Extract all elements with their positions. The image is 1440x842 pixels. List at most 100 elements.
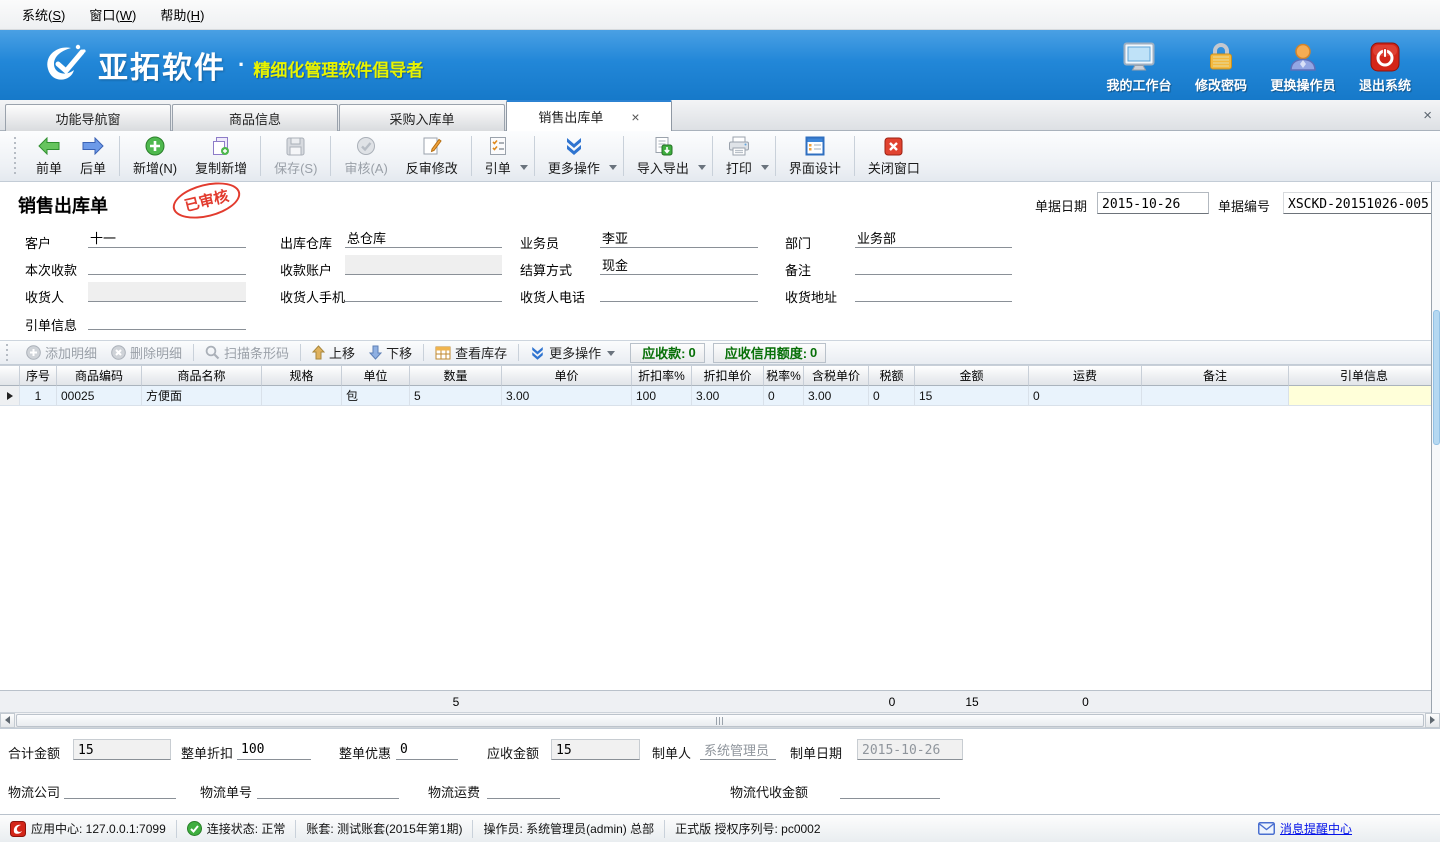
cell-price-with-tax[interactable]: 3.00 (804, 386, 869, 406)
cell-product-code[interactable]: 00025 (57, 386, 142, 406)
more-actions-dropdown-arrow[interactable] (609, 165, 617, 170)
move-down-button[interactable]: 下移 (362, 343, 419, 362)
ui-design-button[interactable]: 界面设计 (780, 133, 850, 179)
print-button[interactable]: 打印 (717, 133, 761, 179)
cell-amount[interactable]: 15 (915, 386, 1029, 406)
cell-remark[interactable] (1142, 386, 1289, 406)
grid-header[interactable]: 税额 (869, 365, 915, 386)
cell-qty[interactable]: 5 (410, 386, 502, 406)
consignee-input[interactable] (88, 282, 246, 302)
unaudit-modify-button[interactable]: 反审修改 (397, 133, 467, 179)
address-input[interactable] (855, 282, 1012, 302)
grid-header[interactable]: 税率% (764, 365, 804, 386)
copy-new-button[interactable]: 复制新增 (186, 133, 256, 179)
cell-product-name[interactable]: 方便面 (142, 386, 262, 406)
customer-input[interactable] (88, 228, 246, 248)
save-button[interactable]: 保存(S) (265, 133, 326, 179)
tab-purchase-inbound[interactable]: 采购入库单 (339, 104, 505, 131)
scrollbar-thumb[interactable] (16, 714, 1424, 727)
change-password-button[interactable]: 修改密码 (1180, 38, 1262, 94)
horizontal-scrollbar[interactable] (0, 713, 1440, 728)
delete-detail-button[interactable]: 删除明细 (104, 343, 189, 362)
view-stock-button[interactable]: 查看库存 (428, 343, 514, 362)
salesman-input[interactable] (600, 228, 758, 248)
grid-header[interactable]: 折扣率% (632, 365, 692, 386)
more-actions-button[interactable]: 更多操作 (539, 133, 609, 179)
grid-header[interactable]: 商品名称 (142, 365, 262, 386)
scroll-left-button[interactable] (0, 713, 15, 728)
cell-tax[interactable]: 0 (869, 386, 915, 406)
settlement-input[interactable] (600, 255, 758, 275)
add-detail-button[interactable]: 添加明细 (19, 343, 104, 362)
vertical-scrollbar-thumb[interactable] (1433, 310, 1440, 445)
menu-help[interactable]: 帮助(H) (148, 1, 216, 28)
audit-button[interactable]: 审核(A) (335, 133, 396, 179)
total-amount-input[interactable] (73, 739, 171, 760)
scroll-right-button[interactable] (1425, 713, 1440, 728)
scan-barcode-button[interactable]: 扫描条形码 (198, 343, 296, 362)
tabstrip-close-icon[interactable]: × (1423, 107, 1432, 124)
discount-input[interactable] (237, 739, 311, 760)
exit-system-button[interactable]: 退出系统 (1344, 38, 1426, 94)
cell-price[interactable]: 3.00 (502, 386, 632, 406)
grid-header[interactable]: 数量 (410, 365, 502, 386)
toolbar-grip[interactable] (14, 137, 19, 175)
new-button[interactable]: 新增(N) (124, 133, 186, 179)
remark-input[interactable] (855, 255, 1012, 275)
received-input[interactable] (88, 255, 246, 275)
grid-header[interactable]: 含税单价 (804, 365, 869, 386)
tab-close-icon[interactable]: × (631, 110, 639, 124)
ref-doc-button[interactable]: 引单 (476, 133, 520, 179)
cell-spec[interactable] (262, 386, 342, 406)
detail-more-actions-button[interactable]: 更多操作 (523, 343, 622, 362)
switch-operator-button[interactable]: 更换操作员 (1262, 38, 1344, 94)
receivable-amount-input[interactable] (551, 739, 640, 760)
import-export-dropdown-arrow[interactable] (698, 165, 706, 170)
tab-function-navigator[interactable]: 功能导航窗 (5, 104, 171, 131)
tab-product-info[interactable]: 商品信息 (172, 104, 338, 131)
logistics-company-input[interactable] (64, 778, 176, 799)
cell-tax-rate[interactable]: 0 (764, 386, 804, 406)
grid-header[interactable]: 运费 (1029, 365, 1142, 386)
grid-header[interactable]: 备注 (1142, 365, 1289, 386)
warehouse-input[interactable] (345, 228, 502, 248)
grid-header[interactable]: 单价 (502, 365, 632, 386)
cell-discount-price[interactable]: 3.00 (692, 386, 764, 406)
logistics-cod-input[interactable] (840, 778, 940, 799)
ref-info-input[interactable] (88, 310, 246, 330)
grid-header[interactable]: 折扣单价 (692, 365, 764, 386)
tab-sales-outbound[interactable]: 销售出库单 × (506, 100, 672, 131)
make-date-input[interactable] (857, 739, 963, 760)
account-input[interactable] (345, 255, 502, 275)
maker-input[interactable] (700, 739, 776, 760)
reduction-input[interactable] (396, 739, 458, 760)
grid-header[interactable]: 金额 (915, 365, 1029, 386)
close-window-button[interactable]: 关闭窗口 (859, 133, 929, 179)
cell-discount-rate[interactable]: 100 (632, 386, 692, 406)
department-input[interactable] (855, 228, 1012, 248)
table-row[interactable]: 1 00025 方便面 包 5 3.00 100 3.00 0 3.00 0 1… (0, 386, 1440, 406)
consignee-mobile-input[interactable] (345, 282, 502, 302)
ref-doc-dropdown-arrow[interactable] (520, 165, 528, 170)
cell-unit[interactable]: 包 (342, 386, 410, 406)
detail-toolbar-grip[interactable] (6, 344, 11, 361)
import-export-button[interactable]: 导入导出 (628, 133, 698, 179)
logistics-fee-input[interactable] (487, 778, 560, 799)
doc-date-input[interactable] (1097, 192, 1209, 214)
print-dropdown-arrow[interactable] (761, 165, 769, 170)
menu-system[interactable]: 系统(S) (10, 1, 77, 28)
consignee-phone-input[interactable] (600, 282, 758, 302)
prev-doc-button[interactable]: 前单 (27, 133, 71, 179)
cell-freight[interactable]: 0 (1029, 386, 1142, 406)
grid-header[interactable]: 商品编码 (57, 365, 142, 386)
cell-seq[interactable]: 1 (20, 386, 57, 406)
move-up-button[interactable]: 上移 (305, 343, 362, 362)
grid-header[interactable]: 序号 (20, 365, 57, 386)
next-doc-button[interactable]: 后单 (71, 133, 115, 179)
my-workbench-button[interactable]: 我的工作台 (1098, 38, 1180, 94)
vertical-scrollbar[interactable] (1431, 182, 1440, 713)
grid-header[interactable]: 单位 (342, 365, 410, 386)
message-center-link[interactable]: 消息提醒中心 (1258, 820, 1352, 837)
doc-number-input[interactable] (1283, 192, 1434, 214)
cell-ref-info[interactable] (1289, 386, 1440, 406)
